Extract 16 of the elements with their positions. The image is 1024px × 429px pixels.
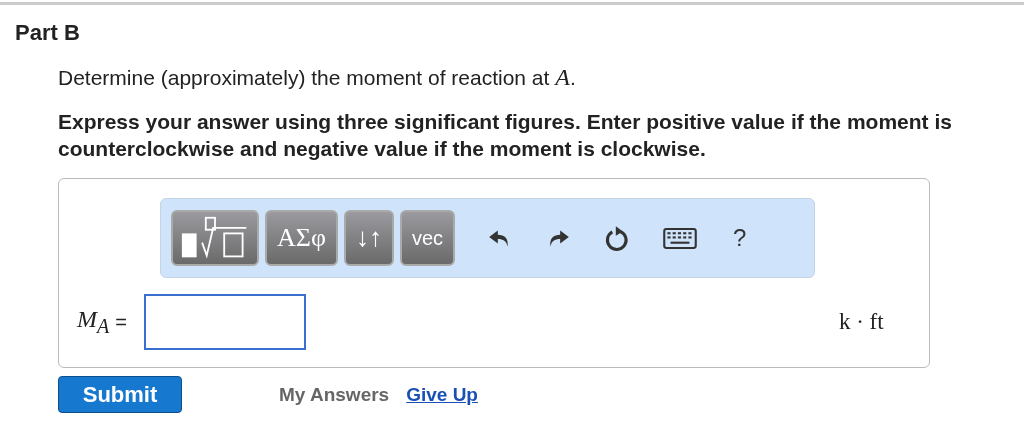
instructions-text: Express your answer using three significant figures. Enter positive value if the moment is counterclockwise and negative value if the moment is clockwise. bbox=[58, 109, 953, 162]
keyboard-icon[interactable] bbox=[663, 227, 698, 249]
give-up-link[interactable]: Give Up bbox=[406, 383, 478, 406]
vector-button[interactable]: vec bbox=[399, 210, 456, 266]
answer-field[interactable] bbox=[143, 294, 306, 350]
question-text: Determine (approximately) the moment of reaction at A. bbox=[58, 64, 577, 91]
units-label: k · ft bbox=[838, 309, 884, 335]
arrows-button[interactable]: ↓↑ bbox=[343, 210, 394, 266]
templates-button[interactable] bbox=[171, 210, 259, 266]
equals-sign: = bbox=[115, 310, 127, 334]
my-answers-link[interactable]: My Answers bbox=[279, 383, 390, 406]
part-title: Part B bbox=[15, 20, 81, 46]
variable-label: M$_{A}$ bbox=[77, 306, 110, 338]
help-button[interactable]: ? bbox=[733, 224, 747, 252]
greek-letters-button[interactable]: ΑΣφ bbox=[265, 210, 338, 266]
submit-button[interactable]: Submit bbox=[58, 376, 182, 413]
